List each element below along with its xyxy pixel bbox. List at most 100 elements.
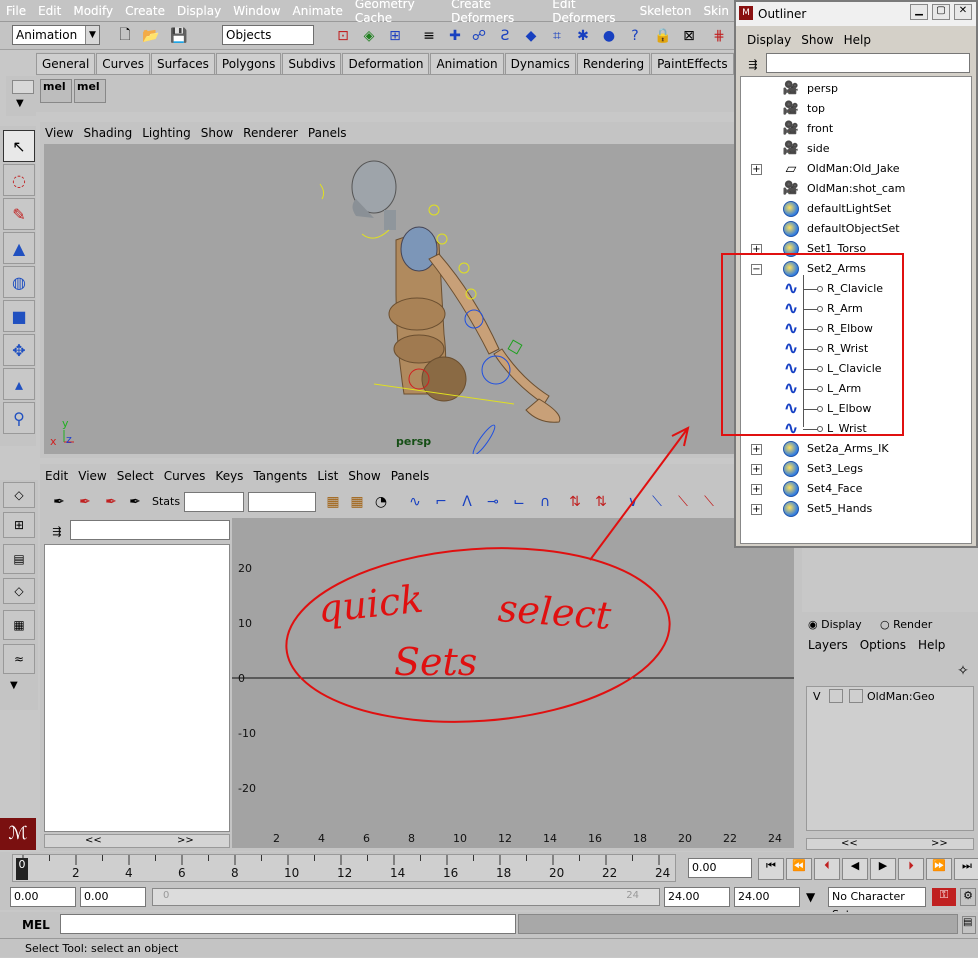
move-key-tool-icon[interactable]: ✒ — [48, 491, 70, 513]
shelf-tab-toggle[interactable] — [12, 80, 34, 94]
filter-icon[interactable]: ⇶ — [46, 520, 68, 542]
menu-skeleton[interactable]: Skeleton — [634, 4, 698, 18]
select-joints-icon[interactable]: ☍ — [468, 25, 490, 47]
stats-key-field[interactable] — [184, 492, 244, 512]
mel-shelf-button[interactable]: mel — [74, 79, 106, 103]
outliner-search-input[interactable] — [766, 53, 970, 73]
menu-set-dropdown[interactable]: Animation ▼ — [12, 25, 100, 45]
persp-outliner-layout-icon[interactable]: ▤ — [3, 544, 35, 574]
chevron-down-icon[interactable]: ▼ — [16, 98, 24, 109]
menu-animate[interactable]: Animate — [287, 4, 349, 18]
outliner-item-top[interactable]: 🎥 top — [741, 99, 971, 119]
universal-manipulator-icon[interactable]: ✥ — [3, 334, 35, 366]
scale-tool-icon[interactable]: ■ — [3, 300, 35, 332]
outliner-item-front[interactable]: 🎥 front — [741, 119, 971, 139]
viewport-canvas[interactable]: y x z persp — [44, 144, 735, 456]
graph-menu-keys[interactable]: Keys — [210, 469, 248, 483]
menu-display[interactable]: Display — [171, 4, 227, 18]
move-tool-icon[interactable]: ▲ — [3, 232, 35, 264]
end-time-field[interactable]: 24.00 — [734, 887, 800, 907]
display-radio[interactable]: ◉ Display — [808, 618, 862, 631]
persp-graph-layout-icon[interactable]: ◇ — [3, 578, 35, 604]
menu-window[interactable]: Window — [227, 4, 286, 18]
shelf-tab-painteffects[interactable]: PaintEffects — [651, 53, 734, 74]
filter-icon[interactable]: ⇶ — [742, 53, 764, 75]
select-component-icon[interactable]: ⊞ — [384, 25, 406, 47]
current-frame-marker[interactable]: 0 — [16, 858, 28, 880]
layer-scrollbar[interactable]: << >> — [806, 838, 974, 850]
select-curves-icon[interactable]: Ƨ — [494, 25, 516, 47]
step-forward-key-icon[interactable]: ⏩ — [926, 858, 952, 880]
layer-menu-options[interactable]: Options — [854, 638, 912, 652]
graph-menu-edit[interactable]: Edit — [40, 469, 73, 483]
outliner-item-set2a-arms-ik[interactable]: + Set2a_Arms_IK — [741, 439, 971, 459]
shelf-tab-surfaces[interactable]: Surfaces — [150, 53, 215, 74]
chevron-down-icon[interactable]: ▼ — [10, 680, 18, 691]
new-layer-icon[interactable]: ✧ — [952, 660, 974, 682]
minimize-icon[interactable]: ▁ — [910, 4, 928, 20]
outliner-item-oldman-old-jake[interactable]: + ▱ OldMan:Old_Jake — [741, 159, 971, 179]
outliner-item-set5-hands[interactable]: + Set5_Hands — [741, 499, 971, 519]
chevron-down-icon[interactable]: ▼ — [806, 890, 815, 904]
go-to-end-icon[interactable]: ⏭ — [954, 858, 978, 880]
play-backwards-icon[interactable]: ◀ — [842, 858, 868, 880]
shelf-tab-dynamics[interactable]: Dynamics — [504, 53, 576, 74]
close-icon[interactable]: ✕ — [954, 4, 972, 20]
expand-icon[interactable]: + — [751, 444, 762, 455]
shelf-tab-general[interactable]: General — [36, 53, 96, 74]
expand-icon[interactable]: + — [751, 504, 762, 515]
menu-skin[interactable]: Skin — [697, 4, 735, 18]
outliner-menu-help[interactable]: Help — [839, 33, 876, 47]
mask-menu-icon[interactable]: ≡ — [418, 25, 440, 47]
outliner-item-oldman-shot-cam[interactable]: 🎥 OldMan:shot_cam — [741, 179, 971, 199]
select-misc-icon[interactable]: ? — [624, 25, 646, 47]
script-editor-icon[interactable]: ▤ — [962, 916, 976, 934]
highlight-selection-icon[interactable]: ⊠ — [678, 25, 700, 47]
outliner-item-side[interactable]: 🎥 side — [741, 139, 971, 159]
play-forwards-icon[interactable]: ▶ — [870, 858, 896, 880]
select-hierarchy-icon[interactable]: ⊡ — [332, 25, 354, 47]
shelf-tab-deformation[interactable]: Deformation — [342, 53, 430, 74]
scroll-right-button[interactable]: >> — [177, 835, 194, 846]
shelf-menu[interactable]: ▼ — [6, 76, 36, 116]
command-input[interactable] — [60, 914, 516, 934]
select-tool-icon[interactable]: ↖ — [3, 130, 35, 162]
insert-key-tool-icon[interactable]: ✒ — [74, 491, 96, 513]
step-forward-frame-icon[interactable]: ⏵ — [898, 858, 924, 880]
scroll-left-button[interactable]: << — [841, 839, 858, 849]
time-slider-track[interactable]: 2 4 6 8 10 12 14 16 18 20 22 24 0 — [12, 854, 676, 882]
outliner-item-defaultobjectset[interactable]: defaultObjectSet — [741, 219, 971, 239]
graph-menu-curves[interactable]: Curves — [159, 469, 211, 483]
viewport-menu-panels[interactable]: Panels — [303, 126, 352, 140]
graph-outliner-search[interactable] — [70, 520, 230, 540]
rotate-tool-icon[interactable]: ◍ — [3, 266, 35, 298]
select-deformations-icon[interactable]: ⌗ — [546, 25, 568, 47]
layer-type-toggle[interactable] — [829, 689, 843, 703]
shelf-tab-subdivs[interactable]: Subdivs — [282, 53, 342, 74]
lattice-deform-keys-icon[interactable]: ✒ — [124, 491, 146, 513]
menu-edit-deformers[interactable]: Edit Deformers — [546, 0, 633, 25]
go-to-start-icon[interactable]: ⏮ — [758, 858, 784, 880]
step-back-key-icon[interactable]: ⏪ — [786, 858, 812, 880]
four-pane-layout-icon[interactable]: ⊞ — [3, 512, 35, 538]
viewport-menu-lighting[interactable]: Lighting — [137, 126, 196, 140]
viewport-menu-renderer[interactable]: Renderer — [238, 126, 303, 140]
graph-menu-select[interactable]: Select — [112, 469, 159, 483]
shelf-tab-curves[interactable]: Curves — [96, 53, 150, 74]
command-language-label[interactable]: MEL — [22, 918, 50, 932]
playback-end-field[interactable]: 24.00 — [664, 887, 730, 907]
layer-menu-layers[interactable]: Layers — [802, 638, 854, 652]
selection-mode-dropdown[interactable]: Objects — [222, 25, 314, 45]
preferences-icon[interactable]: ⚙ — [960, 888, 976, 906]
menu-geometry-cache[interactable]: Geometry Cache — [349, 0, 445, 25]
expand-icon[interactable]: + — [751, 464, 762, 475]
outliner-menu-display[interactable]: Display — [742, 33, 796, 47]
outliner-item-persp[interactable]: 🎥 persp — [741, 79, 971, 99]
snap-grid-icon[interactable]: ⋕ — [708, 25, 730, 47]
mel-shelf-button[interactable]: mel — [40, 79, 72, 103]
range-slider-bar[interactable]: 0 24 — [152, 888, 660, 906]
soft-mod-tool-icon[interactable]: ▴ — [3, 368, 35, 400]
outliner-item-set4-face[interactable]: + Set4_Face — [741, 479, 971, 499]
viewport-menu-view[interactable]: View — [40, 126, 78, 140]
scroll-left-button[interactable]: << — [85, 835, 102, 846]
